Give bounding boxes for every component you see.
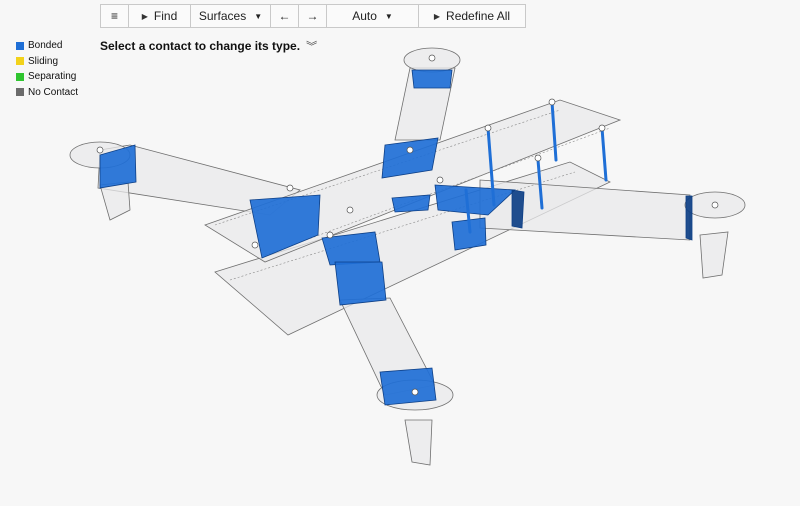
arm-bottom-leg[interactable] [404,419,433,466]
contact-face[interactable] [511,189,525,229]
contact-face[interactable] [411,69,453,89]
contact-face[interactable] [391,194,431,213]
arm-right[interactable] [479,179,691,241]
contact-face[interactable] [334,261,387,306]
contact-face[interactable] [685,195,693,241]
contact-face[interactable] [379,367,437,406]
standoff-post [600,126,608,182]
arm-left-leg[interactable] [99,181,131,221]
model-viewport[interactable] [0,0,800,506]
arm-right-leg[interactable] [699,231,729,279]
